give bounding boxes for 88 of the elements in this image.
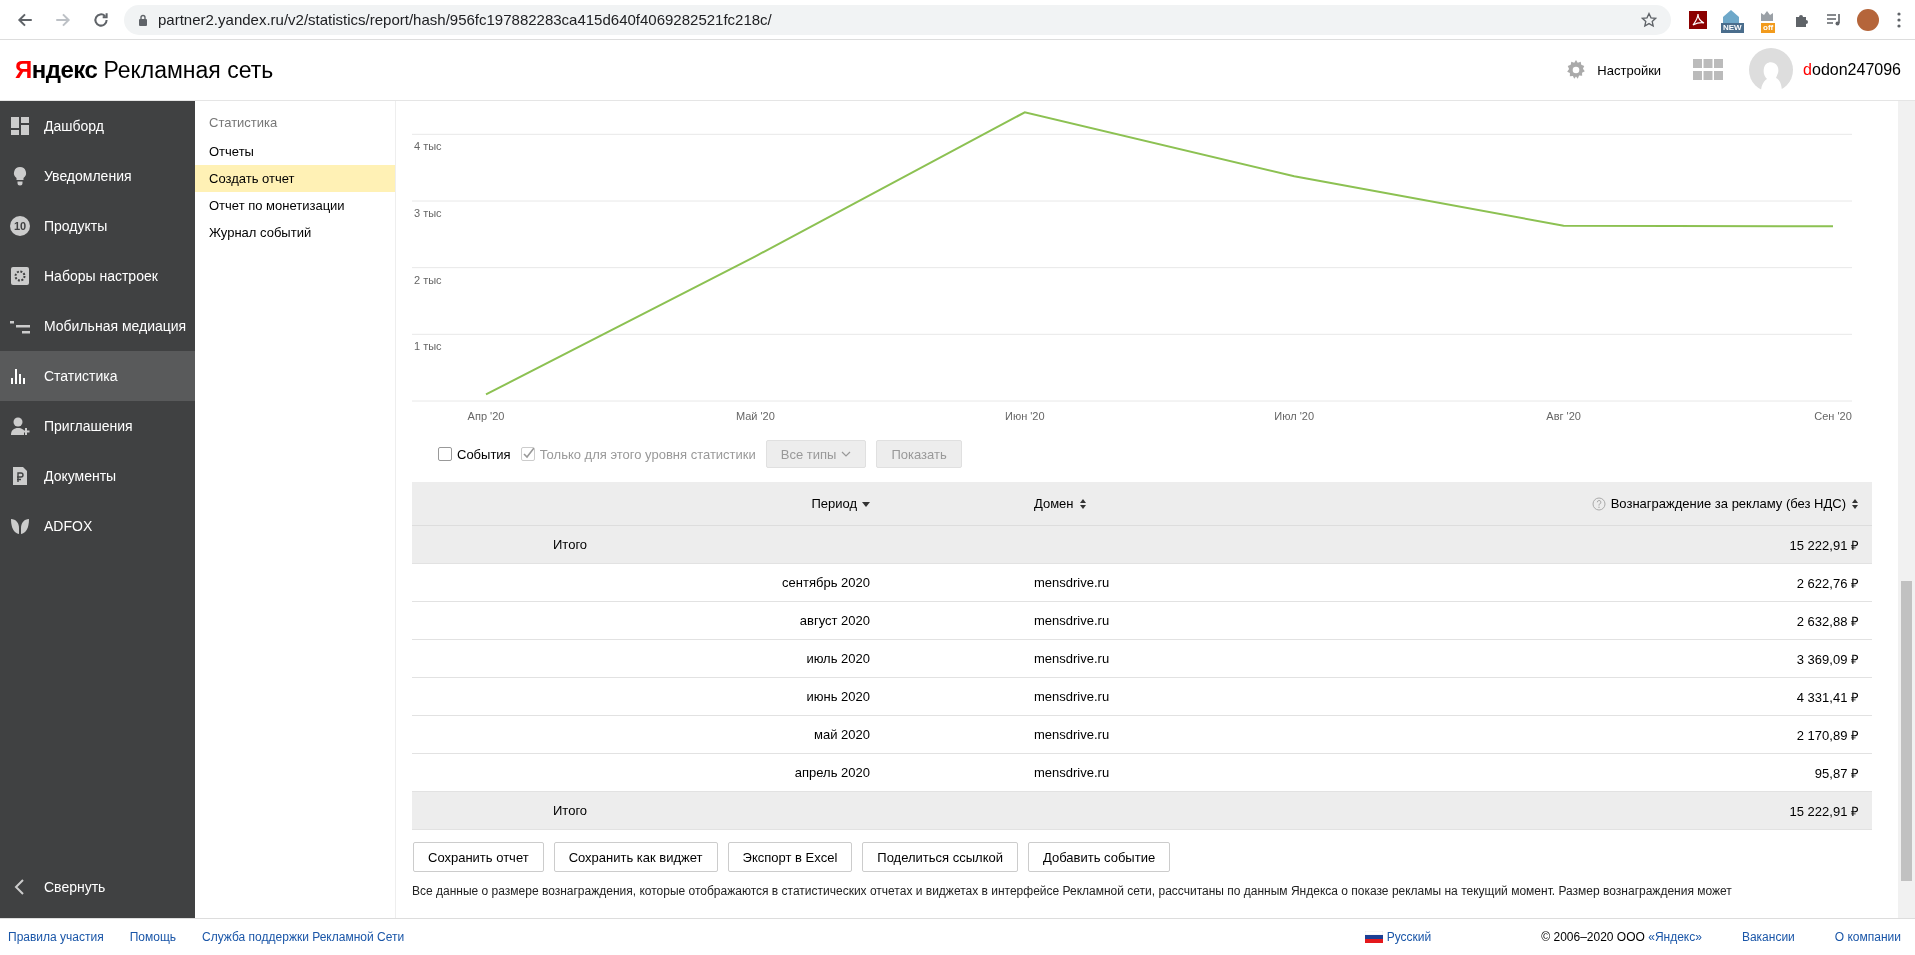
settings-button[interactable]: Настройки xyxy=(1565,59,1662,81)
document-icon xyxy=(10,466,30,486)
subnav-item[interactable]: Отчеты xyxy=(195,138,395,165)
total-value: 15 222,91 ₽ xyxy=(1788,536,1860,554)
flag-icon xyxy=(1364,931,1383,943)
column-header[interactable]: Период xyxy=(412,496,870,511)
scrollbar-thumb[interactable] xyxy=(1901,581,1912,881)
leaf-icon xyxy=(10,516,30,536)
table-cell-text: июль 2020 xyxy=(805,651,870,666)
y-axis-label: 3 тыс xyxy=(414,207,442,219)
subnav-item[interactable]: Журнал событий xyxy=(195,219,395,246)
footer-link[interactable]: Правила участия xyxy=(8,930,104,944)
x-axis-label: Июл '20 xyxy=(1274,410,1315,422)
sidebar-item[interactable]: Статистика xyxy=(0,351,195,401)
pdf-extension-icon[interactable] xyxy=(1689,10,1707,29)
table-cell-text: mensdrive.ru xyxy=(1034,651,1111,666)
company-link[interactable]: «Яндекс» xyxy=(1648,930,1702,944)
sort-icon xyxy=(1078,498,1087,509)
footer-link[interactable]: Служба поддержки Рекламной Сети xyxy=(202,930,405,944)
sidebar-item[interactable]: Документы xyxy=(0,451,195,501)
table-cell-text: mensdrive.ru xyxy=(1034,689,1111,704)
total-label: Итого xyxy=(552,537,589,552)
action-button[interactable]: Сохранить отчет xyxy=(413,842,544,872)
table-cell-text: mensdrive.ru xyxy=(1034,765,1111,780)
logo[interactable]: Яндекс Рекламная сеть xyxy=(15,56,274,84)
table-cell-text: 2 170,89 ₽ xyxy=(1795,726,1860,744)
action-button[interactable]: Сохранить как виджет xyxy=(553,842,718,872)
gear-icon xyxy=(10,266,30,286)
copyright-text: © 2006–2020 ООО xyxy=(1541,930,1645,944)
events-checkbox[interactable]: События xyxy=(438,446,511,462)
checkbox-box[interactable] xyxy=(438,447,452,461)
table-cell-text: 95,87 ₽ xyxy=(1813,764,1860,782)
x-axis-label: Авг '20 xyxy=(1546,410,1581,422)
x-axis-label: Сен '20 xyxy=(1814,410,1852,422)
subnav-item[interactable]: Отчет по монетизации xyxy=(195,192,395,219)
column-header[interactable]: Вознаграждение за рекламу (без НДС) xyxy=(1220,496,1872,511)
sort-icon xyxy=(1851,498,1859,509)
address-bar[interactable]: partner2.yandex.ru/v2/statistics/report/hash/956fc197882283ca415d640f4069282521fc218c/ xyxy=(124,4,1671,35)
url-text: partner2.yandex.ru/v2/statistics/report/hash/956fc197882283ca415d640f4069282521fc218c/ xyxy=(158,11,773,28)
sidebar-item[interactable]: ADFOX xyxy=(0,501,195,551)
table-cell-text: август 2020 xyxy=(798,613,870,628)
table-cell-text: 2 632,88 ₽ xyxy=(1795,612,1860,630)
x-axis-label: Июн '20 xyxy=(1005,410,1045,422)
profile-avatar[interactable] xyxy=(1857,8,1879,31)
table-cell-text: mensdrive.ru xyxy=(1034,613,1111,628)
y-axis-label: 4 тыс xyxy=(414,140,442,153)
star-icon[interactable] xyxy=(1641,11,1657,28)
scrollbar[interactable] xyxy=(1898,101,1915,918)
table-cell-text: 2 622,76 ₽ xyxy=(1795,574,1860,592)
table-cell-text: сентябрь 2020 xyxy=(781,575,870,590)
table-cell-text: 3 369,09 ₽ xyxy=(1795,650,1860,668)
y-axis-label: 2 тыс xyxy=(414,273,442,286)
y-axis-label: 1 тыс xyxy=(414,340,442,353)
username[interactable]: dodon247096 xyxy=(1803,61,1901,79)
column-header[interactable]: Домен xyxy=(1034,496,1220,511)
action-button[interactable]: Поделиться ссылкой xyxy=(862,842,1018,872)
table-cell-text: июнь 2020 xyxy=(805,689,870,704)
footer-link[interactable]: О компании xyxy=(1834,930,1901,944)
disclaimer-text: Все данные о размере вознаграждения, которые отображаются в статистических отчетах и виджетах в интерфейсе Рекламной сети, рассчитаны по данным Яндекса о показе рекламы на текущий момент. Размер вознаграждения может xyxy=(412,884,1733,898)
add-user-icon xyxy=(10,416,30,436)
sidebar-item[interactable]: Наборы настроек xyxy=(0,251,195,301)
table-cell-text: mensdrive.ru xyxy=(1034,727,1111,742)
x-axis-label: Апр '20 xyxy=(467,410,505,422)
count-badge: 10 xyxy=(10,216,30,236)
checkbox-label: События xyxy=(457,446,511,462)
collapse-button[interactable]: Свернуть xyxy=(0,862,195,912)
sidebar-item[interactable]: Приглашения xyxy=(0,401,195,451)
language-link[interactable]: Русский xyxy=(1364,930,1432,944)
sidebar-item[interactable]: 10 Продукты xyxy=(0,201,195,251)
lock-icon xyxy=(138,13,148,26)
total-label: Итого xyxy=(552,803,589,818)
sidebar-item[interactable]: Дашборд xyxy=(0,101,195,151)
subnav-item[interactable]: Создать отчет xyxy=(195,165,395,192)
action-button[interactable]: Добавить событие xyxy=(1028,842,1171,872)
action-button[interactable]: Экспорт в Excel xyxy=(727,842,853,872)
table-cell-text: май 2020 xyxy=(813,727,870,742)
footer-link[interactable]: Помощь xyxy=(129,930,177,944)
sidebar-item[interactable]: Мобильная медиация xyxy=(0,301,195,351)
x-axis-label: Май '20 xyxy=(735,410,775,422)
section-title: Статистика xyxy=(208,114,279,132)
table-cell-text: апрель 2020 xyxy=(793,765,870,780)
footer-link[interactable]: Вакансии xyxy=(1741,930,1795,944)
table-cell-text: mensdrive.ru xyxy=(1034,575,1111,590)
caret-icon xyxy=(841,451,852,457)
dashboard-icon xyxy=(10,116,30,136)
total-value: 15 222,91 ₽ xyxy=(1788,802,1860,820)
sidebar-item[interactable]: Уведомления xyxy=(0,151,195,201)
table-cell-text: 4 331,41 ₽ xyxy=(1795,688,1860,706)
